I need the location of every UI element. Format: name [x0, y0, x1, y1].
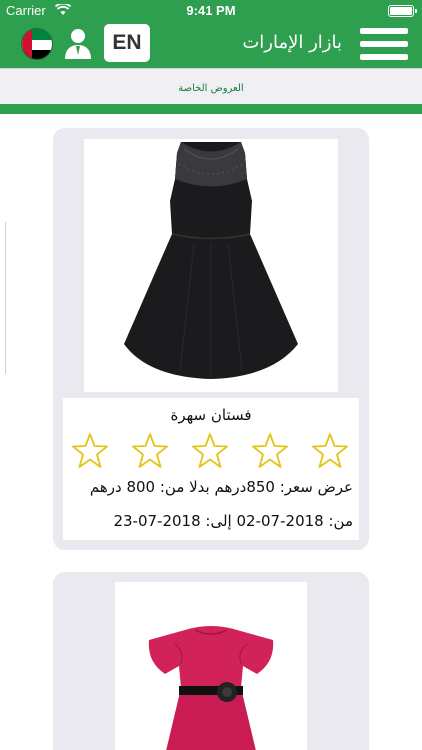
hamburger-menu-icon[interactable]	[356, 24, 412, 64]
product-image[interactable]	[115, 582, 307, 750]
language-toggle-button[interactable]: EN	[104, 24, 150, 62]
section-title-bar: العروض الخاصة	[0, 68, 422, 104]
app-header: EN بازار الإمارات	[0, 22, 422, 68]
product-details: فستان سهرة عرض سعر: 850درهم بدلا من: 800…	[63, 398, 359, 540]
rating-stars[interactable]	[71, 432, 353, 470]
uae-flag-icon[interactable]	[21, 28, 53, 60]
star-icon[interactable]	[71, 432, 109, 470]
clock-time: 9:41 PM	[186, 3, 236, 18]
product-card[interactable]	[53, 572, 369, 750]
offer-dates: من: 2018-07-02 إلى: 2018-07-23	[113, 512, 353, 530]
dress-image	[124, 142, 298, 379]
product-image[interactable]	[84, 139, 338, 392]
dress-image	[148, 626, 274, 750]
battery-icon	[388, 5, 417, 17]
section-title: العروض الخاصة	[178, 83, 244, 94]
user-icon[interactable]	[60, 25, 96, 61]
product-name: فستان سهرة	[170, 406, 252, 424]
star-icon[interactable]	[311, 432, 349, 470]
product-card[interactable]: فستان سهرة عرض سعر: 850درهم بدلا من: 800…	[53, 128, 369, 550]
offer-price: عرض سعر: 850درهم بدلا من: 800 درهم	[89, 478, 353, 496]
status-bar: Carrier 9:41 PM	[0, 0, 422, 22]
star-icon[interactable]	[251, 432, 289, 470]
divider-strip	[0, 104, 422, 114]
star-icon[interactable]	[191, 432, 229, 470]
scroll-indicator	[5, 222, 6, 374]
star-icon[interactable]	[131, 432, 169, 470]
app-title: بازار الإمارات	[242, 32, 342, 53]
